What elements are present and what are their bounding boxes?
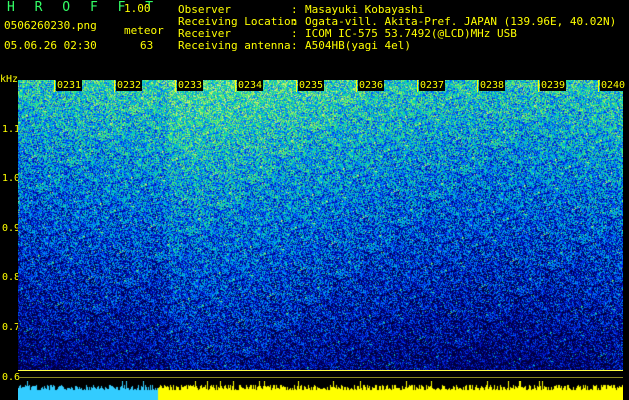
time-tick (356, 80, 357, 92)
time-label: 0236 (358, 80, 385, 91)
time-label: 0239 (540, 80, 567, 91)
time-tick (54, 80, 55, 92)
time-label: 0235 (298, 80, 325, 91)
time-tick (235, 80, 236, 92)
time-tick (175, 80, 176, 92)
info-value: A504HB(yagi 4el) (305, 39, 411, 52)
time-label: 0234 (237, 80, 264, 91)
station-info: Observer: Masayuki Kobayashi Receiving L… (178, 4, 616, 52)
y-axis-unit: kHz (0, 74, 19, 85)
info-row-antenna: Receiving antenna: A504HB(yagi 4el) (178, 40, 616, 52)
reference-line-lower (18, 377, 623, 378)
time-tick (114, 80, 115, 92)
file-name: 0506260230.png (4, 19, 97, 32)
time-tick (598, 80, 599, 92)
app-version: 1.00 (124, 2, 151, 15)
time-tick (538, 80, 539, 92)
info-key: Receiving antenna (178, 39, 291, 52)
spectrogram-canvas (18, 80, 623, 370)
mode-label: meteor (124, 24, 164, 37)
time-label: 0231 (56, 80, 83, 91)
time-tick (417, 80, 418, 92)
meteor-count: 63 (140, 39, 154, 52)
time-tick (296, 80, 297, 92)
spectrogram-plot (18, 80, 623, 398)
signal-level-strip (18, 381, 623, 400)
time-tick (477, 80, 478, 92)
time-label: 0240 (600, 80, 627, 91)
info-colon: : (291, 39, 305, 52)
time-label: 0232 (116, 80, 143, 91)
reference-line (18, 370, 623, 371)
time-axis: 0231 0232 0233 0234 0235 0236 0237 0238 … (18, 80, 627, 92)
time-label: 0238 (479, 80, 506, 91)
date-time: 05.06.26 02:30 (4, 39, 97, 52)
time-label: 0237 (419, 80, 446, 91)
time-label: 0233 (177, 80, 204, 91)
